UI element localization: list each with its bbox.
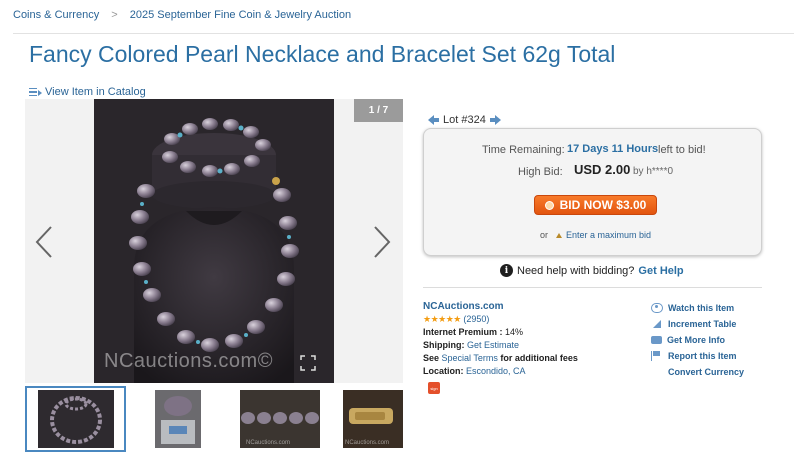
seller-info: NCAuctions.com ★★★★★ (2950) Internet Pre… — [423, 300, 578, 378]
main-photo[interactable]: NCauctions.com© — [94, 99, 334, 383]
report-item-link[interactable]: Report this Item — [651, 348, 744, 364]
high-bid-value: USD 2.00 — [574, 162, 631, 177]
thumbnail-4[interactable]: NCauctions.com — [343, 386, 403, 452]
lot-number: Lot #324 — [443, 114, 486, 126]
thumb-watermark: NCauctions.com — [345, 440, 389, 446]
catalog-link-label: View Item in Catalog — [45, 86, 146, 98]
breadcrumb-link-coins[interactable]: Coins & Currency — [13, 9, 99, 21]
time-remaining-value: 17 Days 11 Hours — [567, 143, 659, 155]
divider — [13, 33, 794, 34]
max-bid-row: or Enter a maximum bid — [540, 230, 651, 240]
thumbnail-strip: NCauctions.com NCauctions.com — [25, 386, 403, 452]
premium-label: Internet Premium : — [423, 327, 503, 337]
get-more-info-link[interactable]: Get More Info — [651, 332, 744, 348]
bidding-help: i Need help with bidding? Get Help — [500, 264, 684, 277]
bid-button-label: BID NOW $3.00 — [559, 198, 647, 212]
view-in-catalog-link[interactable]: View Item in Catalog — [29, 86, 146, 98]
pearl-necklace-image — [94, 99, 334, 383]
thumb-watermark: NCauctions.com — [246, 440, 290, 446]
rating-count-link[interactable]: (2950) — [463, 314, 489, 324]
convert-currency-link[interactable]: Convert Currency — [651, 364, 744, 380]
info-icon: i — [500, 264, 513, 277]
fees-label: for additional fees — [500, 353, 578, 363]
expand-icon[interactable] — [300, 355, 316, 371]
page-title: Fancy Colored Pearl Necklace and Bracele… — [29, 41, 616, 67]
get-more-info-label: Get More Info — [667, 335, 725, 345]
photo-watermark: NCauctions.com© — [104, 350, 273, 372]
high-bid-label: High Bid: — [518, 166, 563, 178]
divider — [423, 287, 762, 288]
get-help-link[interactable]: Get Help — [638, 265, 683, 277]
increment-table-label: Increment Table — [668, 319, 737, 329]
report-item-label: Report this Item — [668, 351, 737, 361]
next-lot-icon[interactable] — [489, 115, 501, 125]
item-actions: Watch this Item Increment Table Get More… — [651, 300, 744, 380]
help-text: Need help with bidding? — [517, 264, 635, 277]
breadcrumb-separator: > — [111, 9, 118, 21]
chevron-right-icon[interactable] — [372, 225, 392, 259]
location-link[interactable]: Escondido, CA — [466, 366, 526, 376]
message-icon — [651, 336, 662, 344]
chevron-left-icon[interactable] — [34, 225, 54, 259]
flag-icon — [651, 351, 663, 361]
rating-stars-icon: ★★★★★ — [423, 314, 461, 324]
enter-max-bid-link[interactable]: Enter a maximum bid — [566, 230, 651, 240]
watch-item-link[interactable]: Watch this Item — [651, 300, 744, 316]
watch-item-label: Watch this Item — [668, 303, 735, 313]
thumbnail-1[interactable] — [25, 386, 126, 452]
bid-panel: Time Remaining: 17 Days 11 Hours left to… — [423, 128, 762, 256]
seller-name-link[interactable]: NCAuctions.com — [423, 301, 504, 312]
breadcrumb-link-auction[interactable]: 2025 September Fine Coin & Jewelry Aucti… — [130, 9, 351, 21]
previous-lot-icon[interactable] — [428, 115, 439, 125]
breadcrumb: Coins & Currency > 2025 September Fine C… — [13, 9, 351, 21]
premium-value: 14% — [505, 327, 524, 337]
triangle-icon — [653, 320, 661, 328]
eye-icon — [651, 303, 663, 313]
image-gallery: NCauctions.com© 1 / 7 — [25, 99, 403, 383]
location-label: Location: — [423, 366, 464, 376]
shipping-label: Shipping: — [423, 340, 465, 350]
time-remaining-label: Time Remaining: — [482, 144, 565, 156]
lot-navigation: Lot #324 — [424, 114, 505, 126]
high-bidder: by h****0 — [633, 166, 674, 177]
time-remaining-suffix: left to bid! — [658, 144, 706, 156]
arrow-up-icon — [556, 232, 563, 238]
image-counter: 1 / 7 — [354, 99, 403, 122]
blank-icon — [651, 367, 663, 377]
max-bid-prefix: or — [540, 230, 549, 240]
special-terms-link[interactable]: Special Terms — [442, 353, 498, 363]
list-icon — [29, 87, 42, 97]
thumbnail-2[interactable] — [153, 386, 203, 452]
seller-badge-icon: sign — [428, 382, 440, 394]
bid-now-button[interactable]: BID NOW $3.00 — [534, 195, 657, 215]
see-label: See — [423, 353, 440, 363]
increment-table-link[interactable]: Increment Table — [651, 316, 744, 332]
thumbnail-3[interactable]: NCauctions.com — [240, 386, 320, 452]
bid-icon — [544, 200, 554, 210]
shipping-estimate-link[interactable]: Get Estimate — [467, 340, 519, 350]
convert-currency-label: Convert Currency — [668, 367, 745, 377]
